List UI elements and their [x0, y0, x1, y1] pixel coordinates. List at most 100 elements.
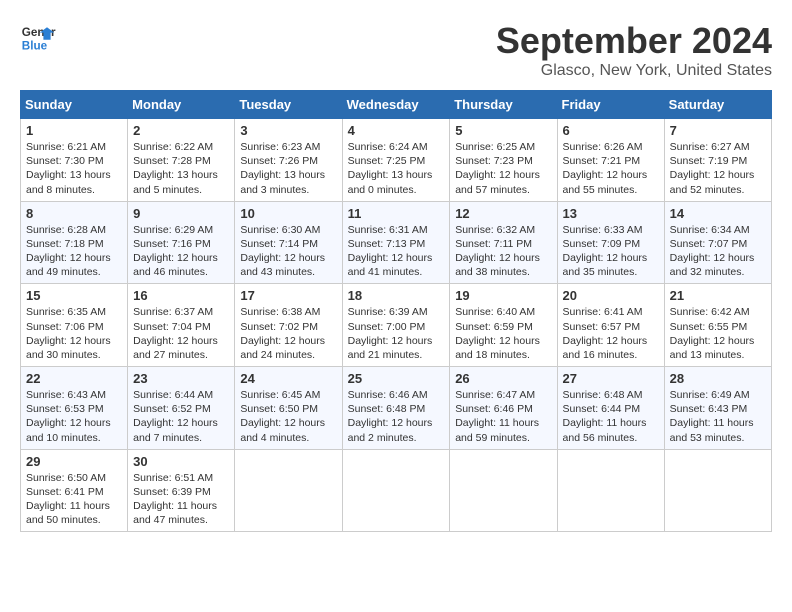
cell-details: Sunrise: 6:40 AMSunset: 6:59 PMDaylight:…	[455, 305, 551, 362]
day-number: 15	[26, 288, 122, 303]
day-number: 19	[455, 288, 551, 303]
calendar-cell: 16 Sunrise: 6:37 AMSunset: 7:04 PMDayligh…	[128, 284, 235, 367]
logo: General Blue	[20, 20, 56, 56]
day-number: 4	[348, 123, 445, 138]
cell-details: Sunrise: 6:50 AMSunset: 6:41 PMDaylight:…	[26, 471, 122, 528]
cell-details: Sunrise: 6:35 AMSunset: 7:06 PMDaylight:…	[26, 305, 122, 362]
calendar-cell: 30 Sunrise: 6:51 AMSunset: 6:39 PMDayligh…	[128, 449, 235, 532]
day-number: 18	[348, 288, 445, 303]
day-number: 10	[240, 206, 336, 221]
calendar-cell: 7 Sunrise: 6:27 AMSunset: 7:19 PMDaylight…	[664, 119, 771, 202]
calendar-cell	[342, 449, 450, 532]
day-number: 26	[455, 371, 551, 386]
day-number: 17	[240, 288, 336, 303]
calendar-cell: 20 Sunrise: 6:41 AMSunset: 6:57 PMDayligh…	[557, 284, 664, 367]
cell-details: Sunrise: 6:27 AMSunset: 7:19 PMDaylight:…	[670, 140, 766, 197]
calendar-cell: 27 Sunrise: 6:48 AMSunset: 6:44 PMDayligh…	[557, 367, 664, 450]
cell-details: Sunrise: 6:51 AMSunset: 6:39 PMDaylight:…	[133, 471, 229, 528]
svg-text:General: General	[22, 26, 56, 39]
calendar-cell: 25 Sunrise: 6:46 AMSunset: 6:48 PMDayligh…	[342, 367, 450, 450]
calendar-cell: 19 Sunrise: 6:40 AMSunset: 6:59 PMDayligh…	[450, 284, 557, 367]
calendar-cell: 6 Sunrise: 6:26 AMSunset: 7:21 PMDaylight…	[557, 119, 664, 202]
calendar-week-2: 8 Sunrise: 6:28 AMSunset: 7:18 PMDaylight…	[21, 201, 772, 284]
cell-details: Sunrise: 6:46 AMSunset: 6:48 PMDaylight:…	[348, 388, 445, 445]
cell-details: Sunrise: 6:33 AMSunset: 7:09 PMDaylight:…	[563, 223, 659, 280]
cell-details: Sunrise: 6:21 AMSunset: 7:30 PMDaylight:…	[26, 140, 122, 197]
calendar-cell: 13Sunrise: 6:33 AMSunset: 7:09 PMDayligh…	[557, 201, 664, 284]
day-number: 22	[26, 371, 122, 386]
calendar-cell: 11 Sunrise: 6:31 AMSunset: 7:13 PMDayligh…	[342, 201, 450, 284]
calendar-cell	[235, 449, 342, 532]
calendar-week-4: 22Sunrise: 6:43 AMSunset: 6:53 PMDayligh…	[21, 367, 772, 450]
day-number: 23	[133, 371, 229, 386]
day-number: 1	[26, 123, 122, 138]
cell-details: Sunrise: 6:45 AMSunset: 6:50 PMDaylight:…	[240, 388, 336, 445]
calendar-cell: 2Sunrise: 6:22 AMSunset: 7:28 PMDaylight…	[128, 119, 235, 202]
calendar-cell: 14 Sunrise: 6:34 AMSunset: 7:07 PMDayligh…	[664, 201, 771, 284]
calendar-cell: 21Sunrise: 6:42 AMSunset: 6:55 PMDayligh…	[664, 284, 771, 367]
cell-details: Sunrise: 6:32 AMSunset: 7:11 PMDaylight:…	[455, 223, 551, 280]
calendar-week-3: 15 Sunrise: 6:35 AMSunset: 7:06 PMDayligh…	[21, 284, 772, 367]
calendar-cell	[664, 449, 771, 532]
day-number: 9	[133, 206, 229, 221]
day-number: 16	[133, 288, 229, 303]
calendar-cell: 3 Sunrise: 6:23 AMSunset: 7:26 PMDaylight…	[235, 119, 342, 202]
col-friday: Friday	[557, 91, 664, 119]
calendar-cell: 12 Sunrise: 6:32 AMSunset: 7:11 PMDayligh…	[450, 201, 557, 284]
day-number: 8	[26, 206, 122, 221]
day-number: 21	[670, 288, 766, 303]
location: Glasco, New York, United States	[496, 62, 772, 80]
day-number: 5	[455, 123, 551, 138]
day-number: 24	[240, 371, 336, 386]
col-wednesday: Wednesday	[342, 91, 450, 119]
calendar-cell	[450, 449, 557, 532]
cell-details: Sunrise: 6:22 AMSunset: 7:28 PMDaylight:…	[133, 140, 229, 197]
day-number: 11	[348, 206, 445, 221]
day-number: 29	[26, 454, 122, 469]
day-number: 3	[240, 123, 336, 138]
calendar-cell: 4 Sunrise: 6:24 AMSunset: 7:25 PMDaylight…	[342, 119, 450, 202]
calendar-cell: 28 Sunrise: 6:49 AMSunset: 6:43 PMDayligh…	[664, 367, 771, 450]
cell-details: Sunrise: 6:29 AMSunset: 7:16 PMDaylight:…	[133, 223, 229, 280]
day-number: 12	[455, 206, 551, 221]
cell-details: Sunrise: 6:44 AMSunset: 6:52 PMDaylight:…	[133, 388, 229, 445]
cell-details: Sunrise: 6:48 AMSunset: 6:44 PMDaylight:…	[563, 388, 659, 445]
day-number: 25	[348, 371, 445, 386]
cell-details: Sunrise: 6:38 AMSunset: 7:02 PMDaylight:…	[240, 305, 336, 362]
calendar-cell	[557, 449, 664, 532]
calendar-week-1: 1 Sunrise: 6:21 AMSunset: 7:30 PMDaylight…	[21, 119, 772, 202]
calendar-cell: 9 Sunrise: 6:29 AMSunset: 7:16 PMDaylight…	[128, 201, 235, 284]
calendar-cell: 5Sunrise: 6:25 AMSunset: 7:23 PMDaylight…	[450, 119, 557, 202]
cell-details: Sunrise: 6:26 AMSunset: 7:21 PMDaylight:…	[563, 140, 659, 197]
cell-details: Sunrise: 6:24 AMSunset: 7:25 PMDaylight:…	[348, 140, 445, 197]
calendar-cell: 17 Sunrise: 6:38 AMSunset: 7:02 PMDayligh…	[235, 284, 342, 367]
cell-details: Sunrise: 6:28 AMSunset: 7:18 PMDaylight:…	[26, 223, 122, 280]
header: General Blue September 2024 Glasco, New …	[20, 20, 772, 80]
day-number: 28	[670, 371, 766, 386]
header-row: Sunday Monday Tuesday Wednesday Thursday…	[21, 91, 772, 119]
calendar-cell: 18 Sunrise: 6:39 AMSunset: 7:00 PMDayligh…	[342, 284, 450, 367]
col-thursday: Thursday	[450, 91, 557, 119]
calendar-cell: 23 Sunrise: 6:44 AMSunset: 6:52 PMDayligh…	[128, 367, 235, 450]
cell-details: Sunrise: 6:39 AMSunset: 7:00 PMDaylight:…	[348, 305, 445, 362]
cell-details: Sunrise: 6:31 AMSunset: 7:13 PMDaylight:…	[348, 223, 445, 280]
calendar-cell: 29 Sunrise: 6:50 AMSunset: 6:41 PMDayligh…	[21, 449, 128, 532]
month-title: September 2024	[496, 20, 772, 62]
cell-details: Sunrise: 6:37 AMSunset: 7:04 PMDaylight:…	[133, 305, 229, 362]
cell-details: Sunrise: 6:49 AMSunset: 6:43 PMDaylight:…	[670, 388, 766, 445]
day-number: 7	[670, 123, 766, 138]
col-tuesday: Tuesday	[235, 91, 342, 119]
day-number: 6	[563, 123, 659, 138]
day-number: 14	[670, 206, 766, 221]
calendar-cell: 24 Sunrise: 6:45 AMSunset: 6:50 PMDayligh…	[235, 367, 342, 450]
cell-details: Sunrise: 6:41 AMSunset: 6:57 PMDaylight:…	[563, 305, 659, 362]
calendar-cell: 10 Sunrise: 6:30 AMSunset: 7:14 PMDayligh…	[235, 201, 342, 284]
cell-details: Sunrise: 6:23 AMSunset: 7:26 PMDaylight:…	[240, 140, 336, 197]
day-number: 30	[133, 454, 229, 469]
day-number: 20	[563, 288, 659, 303]
cell-details: Sunrise: 6:34 AMSunset: 7:07 PMDaylight:…	[670, 223, 766, 280]
calendar-cell: 15 Sunrise: 6:35 AMSunset: 7:06 PMDayligh…	[21, 284, 128, 367]
day-number: 27	[563, 371, 659, 386]
cell-details: Sunrise: 6:30 AMSunset: 7:14 PMDaylight:…	[240, 223, 336, 280]
col-monday: Monday	[128, 91, 235, 119]
